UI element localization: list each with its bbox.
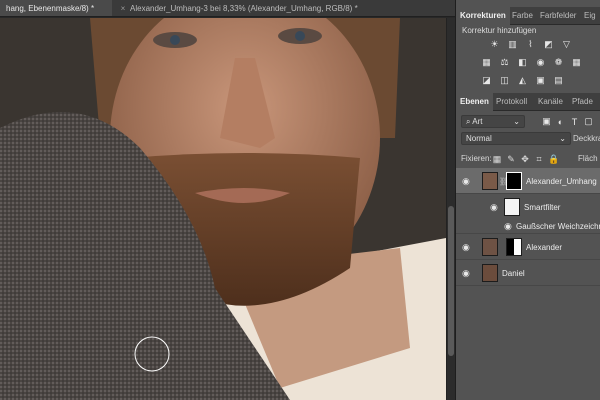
triangle-icon[interactable]: ▽ [560,38,573,51]
tab-farbfelder[interactable]: Farbfelder [536,7,580,25]
eye-icon[interactable]: ◉ [490,202,502,212]
color-lookup-icon[interactable]: ◪ [480,74,493,87]
brightness-icon[interactable]: ☀ [488,38,501,51]
black-white-icon[interactable]: ◉ [534,56,547,69]
pixel-filter-icon[interactable]: ▣ [540,115,553,128]
adjustments-title: Korrektur hinzufügen [462,26,537,35]
color-balance-icon[interactable]: ◧ [516,56,529,69]
tab-korrekturen[interactable]: Korrekturen [456,7,510,25]
lock-artboard-icon[interactable]: ⌗ [534,154,544,164]
selective-color-icon[interactable]: ▤ [552,74,565,87]
chevron-down-icon: ⌄ [513,117,520,126]
type-filter-icon[interactable]: T [568,115,581,128]
adjustment-filter-icon[interactable]: ◐ [554,115,567,128]
document-tab-bar: hang, Ebenenmaske/8) * × Alexander_Umhang… [0,0,455,17]
shape-filter-icon[interactable]: ▢ [582,115,595,128]
document-tab-inactive[interactable]: × Alexander_Umhang-3 bei 8,33% (Alexander… [112,0,364,16]
layer-mask-thumbnail[interactable] [506,172,522,190]
adjustments-tab-bar: Korrekturen Farbe Farbfelder Eig [456,7,600,25]
lock-position-icon[interactable]: ✥ [520,154,530,164]
layer-name: Gaußscher Weichzeichner [516,222,600,231]
layer-name: Smartfilter [524,203,561,212]
levels-icon[interactable]: ▥ [506,38,519,51]
lock-all-icon[interactable]: 🔒 [548,154,559,164]
lock-image-icon[interactable]: ✎ [506,154,516,164]
portrait-photo [0,18,446,400]
tab-title: hang, Ebenenmaske/8) * [6,4,95,13]
layer-thumbnail [482,264,498,282]
smartfilter-mask-thumbnail [504,198,520,216]
tab-pfade[interactable]: Pfade [568,93,597,111]
tab-title: Alexander_Umhang-3 bei 8,33% (Alexander_… [130,4,358,13]
layers-tab-bar: Ebenen Protokoll Kanäle Pfade [456,93,600,111]
opacity-label: Deckkraft [573,134,600,143]
tab-eigenschaften[interactable]: Eig [580,7,600,25]
tab-kanaele[interactable]: Kanäle [534,93,567,111]
layer-thumbnail [482,238,498,256]
curves-icon[interactable]: ⌇ [524,38,537,51]
layer-row-smartfilter[interactable]: ◉ Smartfilter [456,194,600,220]
exposure-icon[interactable]: ◩ [542,38,555,51]
vibrance-icon[interactable]: ▦ [480,56,493,69]
layer-row-gaussian-blur[interactable]: ◉ Gaußscher Weichzeichner [456,218,600,234]
photo-filter-icon[interactable]: ❁ [552,56,565,69]
threshold-icon[interactable]: ▣ [534,74,547,87]
eye-icon[interactable]: ◉ [462,268,474,278]
layer-name: Daniel [502,269,525,278]
layer-name: Alexander_Umhang [526,177,597,186]
tab-protokoll[interactable]: Protokoll [492,93,531,111]
document-tab-active[interactable]: hang, Ebenenmaske/8) * [0,0,112,16]
blend-mode-value: Normal [466,134,492,143]
layer-mask-thumbnail[interactable] [506,238,522,256]
canvas-scrollbar[interactable] [446,18,455,400]
lock-label: Fixieren: [461,154,492,163]
eye-icon[interactable]: ◉ [462,242,474,252]
layer-row-alexander-umhang[interactable]: ◉ ⛓ Alexander_Umhang [456,168,600,194]
lock-transparent-icon[interactable]: ▦ [492,154,502,164]
tab-ebenen[interactable]: Ebenen [456,93,493,111]
filter-kind-value: Art [472,117,483,126]
eye-icon[interactable]: ◉ [504,221,516,231]
close-tab-icon[interactable]: × [118,0,128,16]
eye-icon[interactable]: ◉ [462,176,474,186]
channel-mixer-icon[interactable]: ▦ [570,56,583,69]
fill-label: Fläch [578,154,598,163]
chevron-down-icon: ⌄ [559,134,566,143]
hue-icon[interactable]: ⚖ [498,56,511,69]
posterize-icon[interactable]: ◭ [516,74,529,87]
layer-thumbnail [482,172,498,190]
layer-filter-dropdown[interactable]: ⌕ Art ⌄ [461,115,525,128]
layer-row-alexander[interactable]: ◉ Alexander [456,234,600,260]
scrollbar-thumb[interactable] [448,206,454,356]
image-canvas[interactable] [0,18,446,400]
layer-row-daniel[interactable]: ◉ Daniel [456,260,600,286]
tab-farbe[interactable]: Farbe [508,7,537,25]
invert-icon[interactable]: ◫ [498,74,511,87]
right-panel: Korrekturen Farbe Farbfelder Eig Korrekt… [455,0,600,400]
layer-name: Alexander [526,243,563,252]
blend-mode-select[interactable]: Normal ⌄ [461,132,571,145]
